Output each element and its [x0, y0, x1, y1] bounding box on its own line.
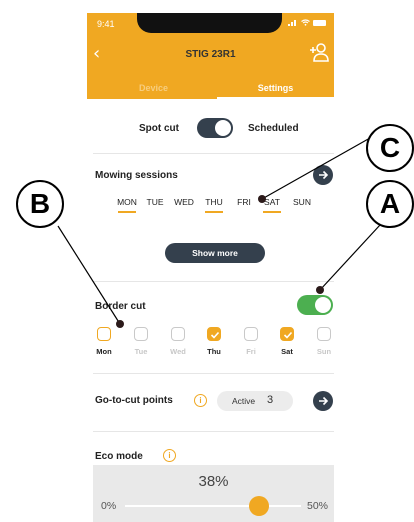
signal-icon	[288, 20, 296, 26]
eco-mode-title: Eco mode	[95, 451, 143, 462]
session-day-fri[interactable]: FRI	[231, 197, 257, 207]
border-cut-day-wed: Wed	[170, 347, 186, 356]
border-cut-title: Border cut	[95, 301, 146, 312]
border-cut-day-tue: Tue	[134, 347, 148, 356]
session-day-wed[interactable]: WED	[171, 197, 197, 207]
wifi-icon	[301, 19, 310, 26]
border-cut-day-mon: Mon	[96, 347, 112, 356]
border-cut-checkbox-wed[interactable]	[171, 327, 185, 341]
toggle-knob	[215, 120, 231, 136]
border-cut-day-thu: Thu	[207, 347, 221, 356]
eco-slider-track[interactable]	[125, 505, 301, 507]
divider	[93, 431, 334, 432]
session-day-mon[interactable]: MON	[114, 197, 140, 207]
session-day-tue[interactable]: TUE	[142, 197, 168, 207]
border-cut-checkbox-fri[interactable]	[244, 327, 258, 341]
info-icon[interactable]: i	[194, 394, 207, 407]
spot-cut-label: Spot cut	[139, 123, 179, 134]
go-to-cut-arrow-button[interactable]	[313, 391, 333, 411]
scheduled-label: Scheduled	[248, 123, 299, 134]
mode-toggle[interactable]	[197, 118, 233, 138]
toggle-knob	[315, 297, 331, 313]
border-cut-checkbox-tue[interactable]	[134, 327, 148, 341]
go-to-cut-title: Go-to-cut points	[95, 395, 173, 406]
border-cut-day-sat: Sat	[281, 347, 293, 356]
selected-day-underline	[205, 211, 223, 213]
eco-value-label: 38%	[198, 473, 229, 490]
eco-min-label: 0%	[101, 500, 117, 512]
annotated-screenshot: 9:41 ‹ STIG 23R1 Device Settings Spot cu…	[0, 0, 414, 522]
status-icons	[288, 19, 326, 26]
border-cut-checkbox-thu[interactable]	[207, 327, 221, 341]
divider	[93, 281, 334, 282]
callout-b: B	[16, 180, 64, 228]
divider	[93, 153, 334, 154]
active-tab-indicator	[217, 97, 334, 99]
selected-day-underline	[263, 211, 281, 213]
eco-mode-panel: 38% 0% 50%	[93, 465, 334, 522]
divider	[93, 373, 334, 374]
callout-a: A	[366, 180, 414, 228]
status-time: 9:41	[97, 19, 115, 29]
mowing-sessions-title: Mowing sessions	[95, 170, 178, 181]
mowing-sessions-arrow-button[interactable]	[313, 165, 333, 185]
page-title: STIG 23R1	[185, 49, 236, 60]
active-count: 3	[267, 394, 274, 406]
session-day-sat[interactable]: SAT	[259, 197, 285, 207]
arrow-right-icon	[319, 396, 329, 406]
session-day-sun[interactable]: SUN	[289, 197, 315, 207]
eco-slider-thumb[interactable]	[248, 496, 269, 516]
border-cut-day-fri: Fri	[246, 347, 256, 356]
callout-c: C	[366, 124, 414, 172]
border-cut-checkbox-mon[interactable]	[97, 327, 111, 341]
border-cut-day-sun: Sun	[316, 347, 332, 356]
session-day-thu[interactable]: THU	[201, 197, 227, 207]
arrow-right-icon	[319, 170, 329, 180]
notch	[137, 13, 282, 33]
battery-icon	[313, 19, 326, 26]
active-label: Active	[232, 396, 256, 406]
info-icon[interactable]: i	[163, 449, 176, 462]
tab-settings[interactable]: Settings	[217, 83, 334, 93]
border-cut-toggle[interactable]	[297, 295, 333, 315]
checkmark-icon	[283, 331, 293, 339]
add-user-icon[interactable]	[308, 41, 330, 63]
active-points-pill[interactable]: Active 3	[217, 391, 293, 411]
show-more-button[interactable]: Show more	[165, 243, 265, 263]
phone-screen: 9:41 ‹ STIG 23R1 Device Settings Spot cu…	[87, 13, 334, 522]
checkmark-icon	[210, 331, 220, 339]
selected-day-underline	[118, 211, 136, 213]
border-cut-checkbox-sun[interactable]	[317, 327, 331, 341]
border-cut-checkbox-sat[interactable]	[280, 327, 294, 341]
app-header: 9:41 ‹ STIG 23R1 Device Settings	[87, 13, 334, 99]
tab-device[interactable]: Device	[107, 83, 200, 93]
eco-max-label: 50%	[306, 500, 328, 512]
